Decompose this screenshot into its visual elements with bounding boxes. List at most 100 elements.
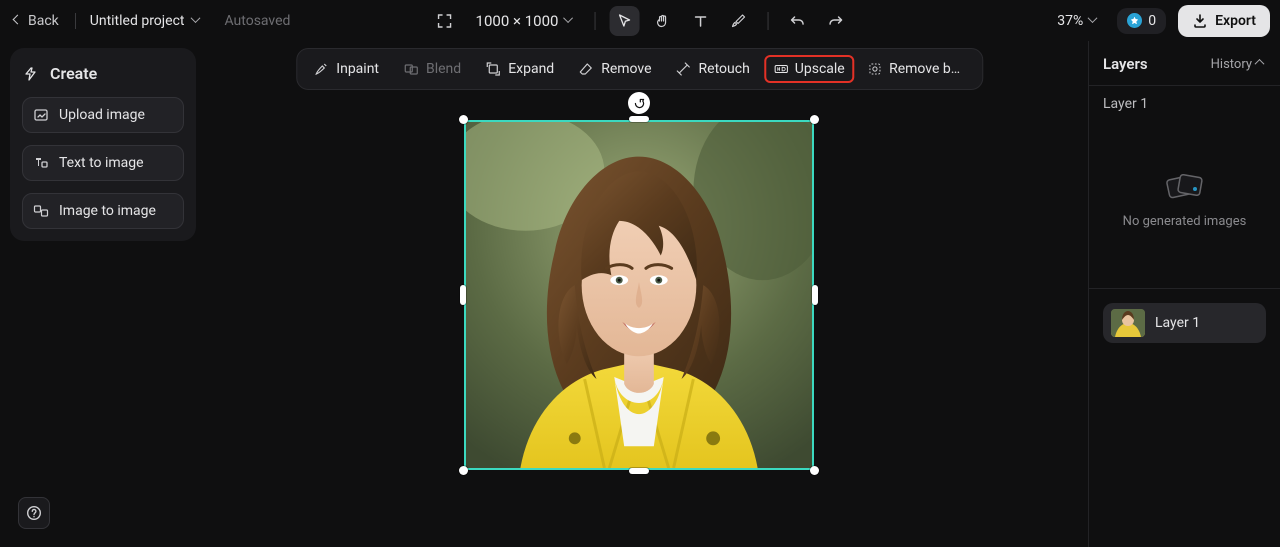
- redo-icon: [827, 13, 843, 29]
- chevron-down-icon: [192, 16, 202, 26]
- project-title: Untitled project: [90, 13, 185, 29]
- text-to-image-icon: [33, 155, 49, 171]
- token-count: 0: [1148, 13, 1156, 29]
- layers-list: Layer 1: [1089, 289, 1280, 357]
- expand-icon: [485, 61, 501, 77]
- action-toolbar: Inpaint Blend Expand Remove Retouch Upsc…: [296, 48, 983, 90]
- history-label: History: [1211, 57, 1252, 72]
- hand-tool[interactable]: [647, 6, 677, 36]
- text-to-image-label: Text to image: [59, 155, 144, 171]
- divider: [767, 12, 768, 30]
- divider: [594, 12, 595, 30]
- resize-handle-top-left[interactable]: [459, 115, 468, 124]
- remove-background-label: Remove back…: [889, 61, 967, 77]
- inpaint-label: Inpaint: [336, 61, 379, 77]
- canvas-size-text: 1000 × 1000: [476, 12, 559, 30]
- history-tool-group: [782, 6, 850, 36]
- token-icon: [1127, 13, 1142, 28]
- upscale-button[interactable]: Upscale: [764, 55, 855, 83]
- text-to-image-button[interactable]: Text to image: [22, 145, 184, 181]
- hand-icon: [654, 13, 670, 29]
- remove-button[interactable]: Remove: [568, 55, 661, 83]
- images-icon: [1165, 172, 1205, 200]
- zoom-dropdown[interactable]: 37%: [1051, 9, 1105, 33]
- download-icon: [1192, 13, 1208, 29]
- image-to-image-label: Image to image: [59, 203, 156, 219]
- image-to-image-icon: [33, 203, 49, 219]
- history-toggle[interactable]: History: [1211, 57, 1266, 72]
- layers-panel: Layers History Layer 1 No generated imag…: [1088, 41, 1280, 547]
- upload-image-button[interactable]: Upload image: [22, 97, 184, 133]
- brush-tool[interactable]: [723, 6, 753, 36]
- create-heading: Create: [22, 62, 184, 85]
- hd-icon: [774, 62, 788, 76]
- layers-body: Layer 1 No generated images: [1089, 85, 1280, 289]
- resize-handle-right[interactable]: [812, 285, 818, 305]
- chevron-down-icon: [1089, 16, 1099, 26]
- resize-handle-bottom-right[interactable]: [810, 466, 819, 475]
- autosave-status: Autosaved: [224, 13, 290, 29]
- selected-layer-name: Layer 1: [1103, 96, 1266, 112]
- topbar-center-group: 1000 × 1000: [430, 6, 851, 36]
- portrait-image: [466, 122, 812, 468]
- undo-icon: [789, 13, 805, 29]
- inpaint-button[interactable]: Inpaint: [303, 55, 389, 83]
- topbar-right-group: 37% 0 Export: [1051, 5, 1270, 37]
- topbar-left-group: Back Untitled project Autosaved: [10, 9, 290, 33]
- layer-thumbnail: [1111, 309, 1145, 337]
- create-panel: Create Upload image Text to image Image …: [10, 48, 196, 241]
- eraser-icon: [578, 61, 594, 77]
- canvas-tool-group: [609, 6, 753, 36]
- export-button[interactable]: Export: [1178, 5, 1270, 37]
- help-button[interactable]: [18, 497, 50, 529]
- help-icon: [26, 505, 42, 521]
- expand-label: Expand: [508, 61, 554, 77]
- canvas-selection[interactable]: [464, 120, 814, 470]
- resize-handle-bottom[interactable]: [629, 468, 649, 474]
- chevron-up-icon: [1256, 59, 1266, 69]
- remove-background-button[interactable]: Remove back…: [859, 55, 977, 83]
- resize-handle-left[interactable]: [460, 285, 466, 305]
- resize-handle-top-right[interactable]: [810, 115, 819, 124]
- inpaint-icon: [313, 61, 329, 77]
- retouch-icon: [676, 61, 692, 77]
- blend-button: Blend: [393, 55, 471, 83]
- rotate-handle[interactable]: [628, 92, 650, 114]
- expand-button[interactable]: Expand: [475, 55, 564, 83]
- blend-icon: [403, 61, 419, 77]
- resize-icon: [437, 13, 453, 29]
- retouch-button[interactable]: Retouch: [666, 55, 760, 83]
- token-balance-button[interactable]: 0: [1117, 8, 1166, 34]
- no-generated-label: No generated images: [1123, 214, 1247, 229]
- create-label: Create: [50, 64, 97, 83]
- upscale-label: Upscale: [795, 61, 845, 77]
- rotate-icon: [633, 97, 646, 110]
- project-title-dropdown[interactable]: Untitled project: [88, 9, 205, 33]
- chevron-left-icon: [14, 16, 24, 26]
- layer-row[interactable]: Layer 1: [1103, 303, 1266, 343]
- select-tool[interactable]: [609, 6, 639, 36]
- no-generated-placeholder: No generated images: [1103, 172, 1266, 255]
- undo-button[interactable]: [782, 6, 812, 36]
- text-icon: [692, 13, 708, 29]
- canvas-image[interactable]: [464, 120, 814, 470]
- layer-row-label: Layer 1: [1155, 315, 1200, 331]
- resize-canvas-button[interactable]: [430, 6, 460, 36]
- brush-icon: [730, 13, 746, 29]
- image-to-image-button[interactable]: Image to image: [22, 193, 184, 229]
- back-button[interactable]: Back: [10, 9, 63, 33]
- remove-background-icon: [869, 61, 882, 77]
- export-label: Export: [1215, 13, 1256, 29]
- redo-button[interactable]: [820, 6, 850, 36]
- layers-panel-header: Layers History: [1089, 41, 1280, 85]
- blend-label: Blend: [426, 61, 461, 77]
- resize-handle-bottom-left[interactable]: [459, 466, 468, 475]
- zoom-value: 37%: [1057, 13, 1083, 29]
- upload-image-label: Upload image: [59, 107, 145, 123]
- resize-handle-top[interactable]: [629, 116, 649, 122]
- remove-label: Remove: [601, 61, 651, 77]
- text-tool[interactable]: [685, 6, 715, 36]
- canvas-size-dropdown[interactable]: 1000 × 1000: [470, 8, 581, 34]
- top-bar: Back Untitled project Autosaved 1000 × 1…: [0, 0, 1280, 41]
- upload-image-icon: [33, 107, 49, 123]
